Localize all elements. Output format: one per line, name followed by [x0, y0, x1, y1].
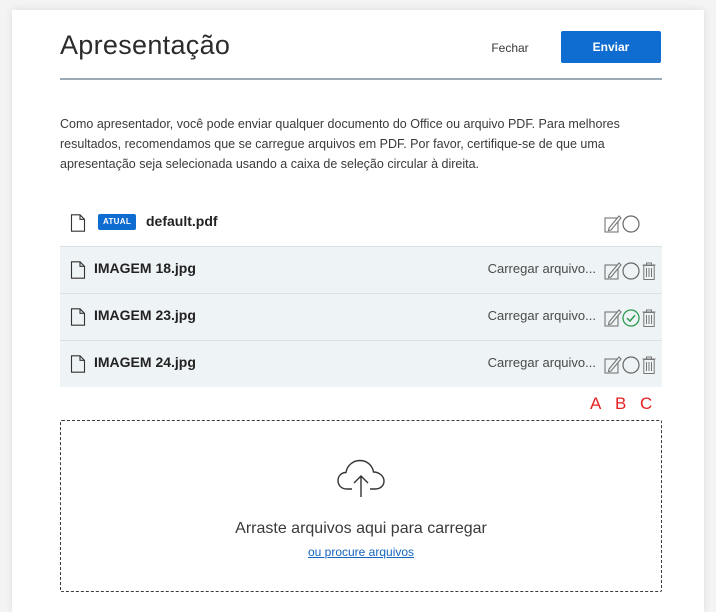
cloud-upload-icon: [337, 459, 385, 497]
document-icon: [70, 308, 86, 326]
selected-check-icon[interactable]: [622, 309, 640, 327]
close-button[interactable]: Fechar: [470, 32, 550, 64]
trash-icon[interactable]: [642, 262, 656, 280]
upload-status: Carregar arquivo...: [487, 308, 596, 323]
presentation-dialog: Apresentação Fechar Enviar Como apresent…: [12, 10, 704, 612]
trash-icon[interactable]: [642, 309, 656, 327]
dialog-title: Apresentação: [60, 30, 231, 60]
header-divider: [60, 78, 662, 80]
browse-files-link[interactable]: ou procure arquivos: [61, 545, 661, 559]
file-name: IMAGEM 23.jpg: [94, 307, 196, 323]
file-row: IMAGEM 23.jpg Carregar arquivo...: [60, 294, 662, 341]
select-radio[interactable]: [622, 356, 640, 374]
current-badge: ATUAL: [98, 214, 137, 230]
file-name: IMAGEM 18.jpg: [94, 260, 196, 276]
file-row: IMAGEM 18.jpg Carregar arquivo...: [60, 247, 662, 294]
trash-icon[interactable]: [642, 356, 656, 374]
edit-icon[interactable]: [604, 355, 622, 375]
file-dropzone[interactable]: Arraste arquivos aqui para carregar ou p…: [60, 420, 662, 592]
file-name: IMAGEM 24.jpg: [94, 354, 196, 370]
file-name: default.pdf: [146, 213, 218, 229]
upload-status: Carregar arquivo...: [487, 261, 596, 276]
file-row: IMAGEM 24.jpg Carregar arquivo...: [60, 341, 662, 387]
document-icon: [70, 261, 86, 279]
document-icon: [70, 214, 86, 232]
send-button[interactable]: Enviar: [561, 31, 661, 63]
document-icon: [70, 355, 86, 373]
select-radio[interactable]: [622, 215, 640, 233]
file-list: ATUAL default.pdf IMAGEM 18.jpg Carregar…: [60, 200, 662, 387]
instructions-text: Como apresentador, você pode enviar qual…: [60, 117, 620, 171]
file-row: ATUAL default.pdf: [60, 200, 662, 247]
upload-status: Carregar arquivo...: [487, 355, 596, 370]
annotation-label-c: C: [640, 394, 653, 413]
dropzone-text: Arraste arquivos aqui para carregar: [235, 520, 487, 537]
select-radio[interactable]: [622, 262, 640, 280]
annotation-label-a: A: [590, 394, 602, 413]
edit-icon[interactable]: [604, 214, 622, 234]
edit-icon[interactable]: [604, 308, 622, 328]
edit-icon[interactable]: [604, 261, 622, 281]
annotation-label-b: B: [615, 394, 627, 413]
